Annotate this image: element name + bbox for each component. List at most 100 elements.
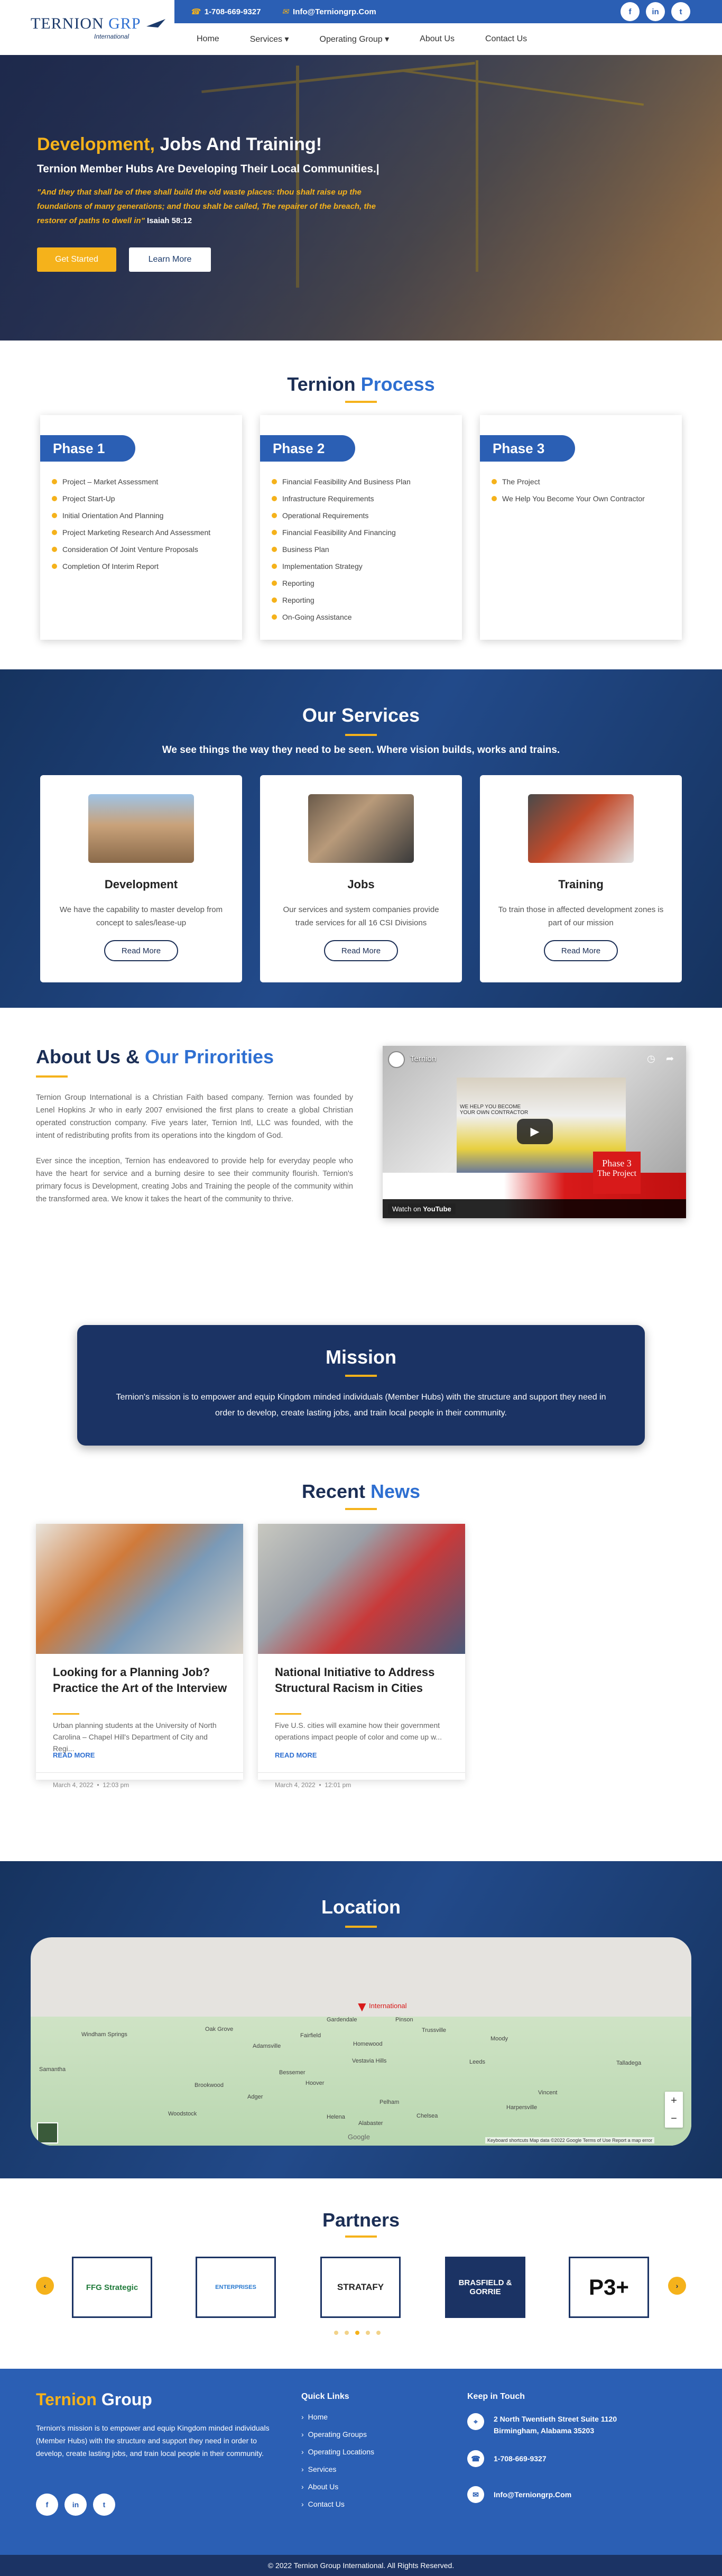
location-pin-icon: ⌖ bbox=[467, 2413, 484, 2430]
map-place: Harpersville bbox=[506, 2104, 538, 2111]
read-more-button[interactable]: Read More bbox=[104, 940, 178, 961]
facebook-icon[interactable]: f bbox=[621, 2, 640, 21]
map-place: Adger bbox=[247, 2094, 263, 2100]
nav-home[interactable]: Home bbox=[197, 34, 219, 44]
google-map[interactable]: ▼ International Fairfield Homewood Vesta… bbox=[31, 1937, 691, 2146]
twitter-icon[interactable]: t bbox=[93, 2494, 115, 2516]
read-more-button[interactable]: Read More bbox=[544, 940, 618, 961]
play-icon[interactable]: ▶ bbox=[517, 1119, 553, 1144]
partner-logo[interactable]: P3+ bbox=[569, 2257, 649, 2318]
learn-more-button[interactable]: Learn More bbox=[129, 247, 211, 272]
twitter-icon[interactable]: t bbox=[671, 2, 690, 21]
hero-quote: "And they that shall be of thee shall bu… bbox=[37, 188, 376, 225]
carousel-dot[interactable] bbox=[366, 2331, 370, 2335]
hero-subtitle: Ternion Member Hubs Are Developing Their… bbox=[37, 163, 379, 175]
site-logo[interactable]: TERNION GRP International bbox=[31, 5, 173, 42]
news-card[interactable]: Looking for a Planning Job? Practice the… bbox=[36, 1524, 243, 1789]
footer-phone[interactable]: ☎ 1-708-669-9327 bbox=[467, 2450, 547, 2467]
nav-operating-group[interactable]: Operating Group ▾ bbox=[320, 34, 390, 44]
map-pin-icon[interactable]: ▼ bbox=[355, 1999, 369, 2015]
footer-link[interactable]: › About Us bbox=[301, 2478, 374, 2495]
news-excerpt: Urban planning students at the Universit… bbox=[53, 1721, 217, 1753]
partner-logo[interactable]: BRASFIELD & GORRIE bbox=[445, 2257, 525, 2318]
quick-links: › Home › Operating Groups › Operating Locat… bbox=[301, 2408, 374, 2513]
map-place: Hoover bbox=[306, 2080, 325, 2086]
read-more-button[interactable]: Read More bbox=[324, 940, 398, 961]
chevron-right-icon: › bbox=[301, 2464, 304, 2473]
read-more-link[interactable]: READ MORE bbox=[53, 1751, 95, 1759]
services-section: Our Services We see things the way they … bbox=[0, 669, 722, 1008]
watch-on-youtube[interactable]: Watch on YouTube bbox=[388, 1203, 456, 1215]
carousel-dot[interactable] bbox=[334, 2331, 338, 2335]
phase-card: Phase 1 Project – Market Assessment Proj… bbox=[40, 415, 242, 640]
nav-services[interactable]: Services ▾ bbox=[250, 34, 289, 44]
title-underline bbox=[345, 2235, 377, 2238]
footer-link[interactable]: › Home bbox=[301, 2408, 374, 2425]
phone-link[interactable]: ☎ 1-708-669-9327 bbox=[190, 7, 261, 17]
jobs-image bbox=[308, 794, 414, 863]
share-icon[interactable]: ➦ bbox=[666, 1053, 674, 1064]
hero-title: Development, Jobs And Training! bbox=[37, 134, 322, 154]
news-excerpt: Five U.S. cities will examine how their … bbox=[275, 1721, 442, 1741]
footer-link[interactable]: › Contact Us bbox=[301, 2495, 374, 2513]
footer-email[interactable]: ✉ Info@Terniongrp.Com bbox=[467, 2486, 571, 2503]
list-item: Reporting bbox=[272, 575, 411, 592]
mission-title: Mission bbox=[325, 1346, 396, 1368]
clock-icon[interactable]: ◷ bbox=[647, 1053, 655, 1064]
partner-logo[interactable]: STRATAFY bbox=[320, 2257, 401, 2318]
map-place: Homewood bbox=[353, 2041, 383, 2047]
map-place: Windham Springs bbox=[81, 2031, 127, 2038]
video-player[interactable]: Ternion ◷ ➦ WE HELP YOU BECOME YOUR OWN … bbox=[383, 1046, 686, 1218]
service-text: Our services and system companies provid… bbox=[283, 905, 439, 927]
satellite-toggle[interactable] bbox=[37, 2122, 58, 2143]
news-headline[interactable]: Looking for a Planning Job? Practice the… bbox=[53, 1664, 233, 1696]
carousel-dot[interactable] bbox=[355, 2331, 359, 2335]
map-place: Chelsea bbox=[416, 2113, 438, 2119]
zoom-in-button[interactable]: + bbox=[665, 2092, 683, 2110]
nav-contact[interactable]: Contact Us bbox=[485, 34, 527, 44]
list-item: Project Start-Up bbox=[52, 490, 210, 507]
read-more-link[interactable]: READ MORE bbox=[275, 1751, 317, 1759]
title-underline bbox=[36, 1075, 68, 1078]
mail-icon: ✉ bbox=[282, 7, 289, 16]
carousel-next-button[interactable]: › bbox=[668, 2277, 686, 2295]
map-place: Vincent bbox=[538, 2090, 558, 2096]
linkedin-icon[interactable]: in bbox=[646, 2, 665, 21]
chevron-right-icon: › bbox=[301, 2499, 304, 2508]
facebook-icon[interactable]: f bbox=[36, 2494, 58, 2516]
news-title: Recent News bbox=[301, 1480, 421, 1502]
get-started-button[interactable]: Get Started bbox=[37, 247, 116, 272]
title-underline bbox=[345, 734, 377, 736]
carousel-dot[interactable] bbox=[376, 2331, 381, 2335]
phase-card: Phase 3 The Project We Help You Become Y… bbox=[480, 415, 682, 640]
map-place: Pinson bbox=[395, 2017, 413, 2023]
carousel-dot[interactable] bbox=[345, 2331, 349, 2335]
list-item: Completion Of Interim Report bbox=[52, 558, 210, 575]
zoom-out-button[interactable]: − bbox=[665, 2110, 683, 2128]
channel-avatar bbox=[388, 1051, 405, 1068]
map-place: Moody bbox=[490, 2036, 508, 2042]
news-headline[interactable]: National Initiative to Address Structura… bbox=[275, 1664, 455, 1696]
carousel-dots bbox=[334, 2331, 381, 2335]
partner-logo[interactable]: ENTERPRISES bbox=[196, 2257, 276, 2318]
footer-link[interactable]: › Services bbox=[301, 2460, 374, 2478]
list-item: Initial Orientation And Planning bbox=[52, 507, 210, 524]
services-subtitle: We see things the way they need to be se… bbox=[162, 744, 560, 756]
email-link[interactable]: ✉ Info@Terniongrp.Com bbox=[282, 7, 376, 17]
footer: Ternion Group Ternion's mission is to em… bbox=[0, 2369, 722, 2576]
social-links: f in t bbox=[621, 2, 690, 21]
nav-about[interactable]: About Us bbox=[420, 34, 455, 44]
service-text: We have the capability to master develop… bbox=[59, 905, 223, 927]
linkedin-icon[interactable]: in bbox=[64, 2494, 87, 2516]
map-place: Vestavia Hills bbox=[352, 2058, 387, 2064]
keep-in-touch-title: Keep in Touch bbox=[467, 2392, 525, 2401]
footer-link[interactable]: › Operating Locations bbox=[301, 2443, 374, 2460]
partner-logo[interactable]: FFG Strategic bbox=[72, 2257, 152, 2318]
service-title: Development bbox=[104, 878, 178, 891]
carousel-prev-button[interactable]: ‹ bbox=[36, 2277, 54, 2295]
news-card[interactable]: National Initiative to Address Structura… bbox=[258, 1524, 465, 1789]
service-text: To train those in affected development z… bbox=[498, 905, 664, 927]
about-title: About Us & Our Prirorities bbox=[36, 1046, 274, 1068]
service-card: Training To train those in affected deve… bbox=[480, 775, 682, 982]
footer-link[interactable]: › Operating Groups bbox=[301, 2425, 374, 2443]
